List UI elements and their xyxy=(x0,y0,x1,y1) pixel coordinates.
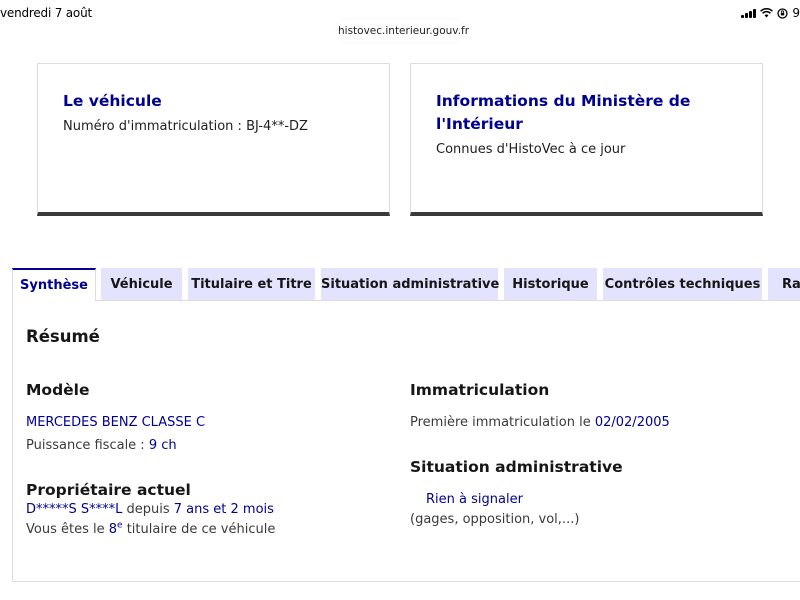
proprietaire-heading: Propriétaire actuel xyxy=(26,481,191,499)
url-text: histovec.interieur.gouv.fr xyxy=(338,25,470,37)
fiscal-power: Puissance fiscale : 9 ch xyxy=(26,437,177,455)
first-registration-label: Première immatriculation le xyxy=(410,415,595,430)
model-name: MERCEDES BENZ CLASSE C xyxy=(26,415,206,430)
first-registration: Première immatriculation le 02/02/2005 xyxy=(410,414,670,432)
tab-controles-techniques[interactable]: Contrôles techniques xyxy=(603,268,762,301)
situation-status: Rien à signaler xyxy=(426,492,523,507)
ministere-card-title: Informations du Ministère de l'Intérieur xyxy=(436,92,691,133)
registration-number: Numéro d'immatriculation : BJ-4**-DZ xyxy=(63,119,308,134)
titulaire-suffix: titulaire de ce véhicule xyxy=(122,522,276,537)
fiscal-power-value: 9 ch xyxy=(148,438,177,453)
status-icons: 9 xyxy=(741,6,800,20)
ministere-card-subtitle: Connues d'HistoVec à ce jour xyxy=(436,142,626,157)
resume-title: Résumé xyxy=(26,327,100,346)
vehicle-card: Le véhicule Numéro d'immatriculation : B… xyxy=(37,63,390,216)
tab-vehicule[interactable]: Véhicule xyxy=(101,268,182,301)
owner-since-value: 7 ans et 2 mois xyxy=(173,502,274,517)
wifi-icon xyxy=(760,8,774,18)
cellular-signal-icon xyxy=(741,8,757,18)
status-time: vendredi 7 août xyxy=(0,6,92,20)
tab-historique[interactable]: Historique xyxy=(504,268,597,301)
fiscal-power-label: Puissance fiscale : xyxy=(26,438,149,453)
modele-heading: Modèle xyxy=(26,381,90,399)
tab-list: Synthèse Véhicule Titulaire et Titre Sit… xyxy=(0,268,800,301)
owner-name: D*****S S****L xyxy=(26,502,123,517)
tab-synthese[interactable]: Synthèse xyxy=(12,268,96,301)
tab-titulaire-et-titre[interactable]: Titulaire et Titre xyxy=(188,268,315,301)
situation-heading: Situation administrative xyxy=(410,458,623,476)
tab-rapport[interactable]: Rapport xyxy=(768,268,800,301)
vehicle-card-title: Le véhicule xyxy=(63,92,162,110)
tab-situation-administrative[interactable]: Situation administrative xyxy=(321,268,499,301)
url-bar[interactable]: histovec.interieur.gouv.fr xyxy=(338,20,469,42)
titulaire-prefix: Vous êtes le xyxy=(26,522,109,537)
immatriculation-heading: Immatriculation xyxy=(410,381,550,399)
titulaire-rank: 8 xyxy=(108,522,118,537)
ministere-card: Informations du Ministère de l'Intérieur… xyxy=(410,63,763,216)
situation-details: (gages, opposition, vol,...) xyxy=(410,512,580,527)
battery-percentage: 9 xyxy=(792,6,800,20)
first-registration-date: 02/02/2005 xyxy=(594,415,670,430)
owner-since-label: depuis xyxy=(122,502,174,517)
orientation-lock-icon xyxy=(777,7,789,19)
titulaire-rank-line: Vous êtes le 8e titulaire de ce véhicule xyxy=(26,521,275,539)
owner-line: D*****S S****L depuis 7 ans et 2 mois xyxy=(26,501,274,519)
